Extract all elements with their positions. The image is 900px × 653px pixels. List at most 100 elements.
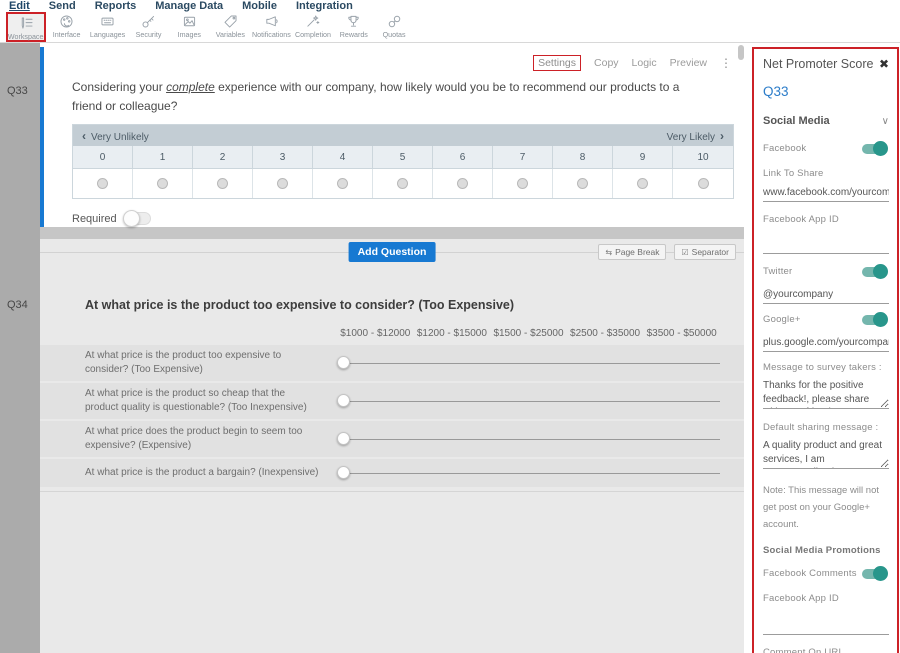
scrollbar-thumb[interactable]: [738, 45, 744, 60]
menu-mobile[interactable]: Mobile: [242, 0, 277, 12]
social-media-promotions-header: Social Media Promotions: [763, 545, 889, 556]
price-column-label: $2500 - $35000: [567, 328, 644, 339]
radio-button[interactable]: [97, 178, 108, 189]
logic-button[interactable]: Logic: [632, 57, 657, 69]
radio-button[interactable]: [457, 178, 468, 189]
facebook-toggle[interactable]: [862, 144, 886, 154]
radio-button[interactable]: [397, 178, 408, 189]
slider-track[interactable]: [343, 401, 720, 402]
nps-scale: ‹Very Unlikely Very Likely› 0 1 2 3 4 5 …: [72, 124, 734, 199]
chevron-right-icon[interactable]: ›: [720, 129, 724, 143]
question-card-q34[interactable]: At what price is the product too expensi…: [40, 276, 744, 492]
toolbar-interface-button[interactable]: Interface: [46, 12, 87, 42]
toolbar-notifications-button[interactable]: Notifications: [251, 12, 292, 42]
googleplus-toggle[interactable]: [862, 315, 886, 325]
nps-radio-cell: [253, 169, 313, 198]
radio-button[interactable]: [157, 178, 168, 189]
radio-button[interactable]: [277, 178, 288, 189]
price-column-headers: $1000 - $12000 $1200 - $15000 $1500 - $2…: [40, 312, 744, 345]
toolbar-label: Completion: [294, 30, 330, 39]
question-text-q33[interactable]: Considering your complete experience wit…: [72, 78, 702, 115]
radio-button[interactable]: [517, 178, 528, 189]
required-label: Required: [72, 213, 117, 225]
message-to-survey-takers-textarea[interactable]: Thanks for the positive feedback!, pleas…: [763, 379, 889, 409]
nps-radio-cell: [373, 169, 433, 198]
menu-reports[interactable]: Reports: [95, 0, 137, 12]
default-sharing-message-textarea[interactable]: A quality product and great services, I …: [763, 439, 889, 469]
scrollbar-track: [744, 43, 752, 653]
survey-builder-app: Edit Send Reports Manage Data Mobile Int…: [0, 0, 900, 653]
menu-integration[interactable]: Integration: [296, 0, 353, 12]
section-social-media[interactable]: Social Media ∨: [763, 115, 889, 127]
add-question-button[interactable]: Add Question: [349, 242, 436, 262]
toolbar-languages-button[interactable]: Languages: [87, 12, 128, 42]
nps-radio-cell: [673, 169, 733, 198]
page-break-label: Page Break: [615, 247, 659, 257]
separator-button[interactable]: ☑Separator: [674, 244, 736, 260]
link-to-share-input[interactable]: [763, 185, 889, 202]
nps-radio-cell: [553, 169, 613, 198]
nps-point-label: 1: [133, 146, 193, 169]
question-number-q34: Q34: [7, 299, 28, 311]
copy-button[interactable]: Copy: [594, 57, 619, 69]
slider-track[interactable]: [343, 439, 720, 440]
toggle-knob: [873, 141, 888, 156]
nps-radio-cell: [493, 169, 553, 198]
toolbar-completion-button[interactable]: Completion: [292, 12, 333, 42]
required-toggle[interactable]: [124, 212, 151, 225]
close-icon[interactable]: ✖: [879, 57, 889, 71]
price-slider: [337, 394, 720, 408]
question-card-q33[interactable]: Settings Copy Logic Preview ⋮ Considerin…: [40, 47, 744, 227]
sidebar-question-id[interactable]: Q33: [763, 84, 889, 99]
googleplus-label: Google+: [763, 314, 801, 325]
radio-button[interactable]: [577, 178, 588, 189]
preview-button[interactable]: Preview: [670, 57, 707, 69]
settings-button[interactable]: Settings: [533, 55, 581, 71]
googleplus-note: Note: This message will not get post on …: [763, 482, 889, 533]
toggle-knob: [873, 264, 888, 279]
price-slider: [337, 432, 720, 446]
facebook-row: Facebook: [763, 143, 889, 154]
nps-point-label: 3: [253, 146, 313, 169]
radio-button[interactable]: [637, 178, 648, 189]
toolbar-workspace-button[interactable]: Workspace: [6, 12, 46, 42]
menu-manage-data[interactable]: Manage Data: [155, 0, 223, 12]
twitter-toggle[interactable]: [862, 267, 886, 277]
facebook-app-id-input[interactable]: [763, 237, 889, 254]
slider-track[interactable]: [343, 473, 720, 474]
toolbar-images-button[interactable]: Images: [169, 12, 210, 42]
googleplus-url-input[interactable]: [763, 335, 889, 352]
menu-edit[interactable]: Edit: [9, 0, 30, 12]
nps-point-label: 2: [193, 146, 253, 169]
slider-handle[interactable]: [337, 394, 350, 407]
facebook-app-id-2-input[interactable]: [763, 618, 889, 635]
slider-row: At what price is the product so cheap th…: [40, 383, 744, 419]
question-text-q34[interactable]: At what price is the product too expensi…: [40, 298, 744, 312]
slider-handle[interactable]: [337, 432, 350, 445]
slider-handle[interactable]: [337, 466, 350, 479]
slider-row-label: At what price does the product begin to …: [85, 425, 337, 453]
radio-button[interactable]: [337, 178, 348, 189]
toolbar-variables-button[interactable]: Variables: [210, 12, 251, 42]
chevron-left-icon[interactable]: ‹: [82, 129, 86, 143]
slider-track[interactable]: [343, 363, 720, 364]
radio-button[interactable]: [217, 178, 228, 189]
question-gutter: Q33 Q34: [0, 43, 40, 653]
menu-send[interactable]: Send: [49, 0, 76, 12]
nps-radio-cell: [313, 169, 373, 198]
twitter-handle-input[interactable]: [763, 287, 889, 304]
facebook-comments-toggle[interactable]: [862, 569, 886, 579]
toolbar-rewards-button[interactable]: Rewards: [333, 12, 374, 42]
page-break-button[interactable]: ⇆Page Break: [598, 244, 666, 260]
slider-handle[interactable]: [337, 356, 350, 369]
toolbar-quotas-button[interactable]: Quotas: [374, 12, 415, 42]
nps-point-label: 5: [373, 146, 433, 169]
facebook-app-id-label: Facebook App ID: [763, 214, 889, 225]
radio-button[interactable]: [698, 178, 709, 189]
chevron-down-icon[interactable]: ∨: [882, 116, 889, 127]
toggle-knob: [123, 210, 140, 227]
nps-point-label: 10: [673, 146, 733, 169]
message-to-survey-takers-label: Message to survey takers :: [763, 362, 889, 373]
kebab-menu-icon[interactable]: ⋮: [720, 56, 732, 70]
toolbar-security-button[interactable]: Security: [128, 12, 169, 42]
